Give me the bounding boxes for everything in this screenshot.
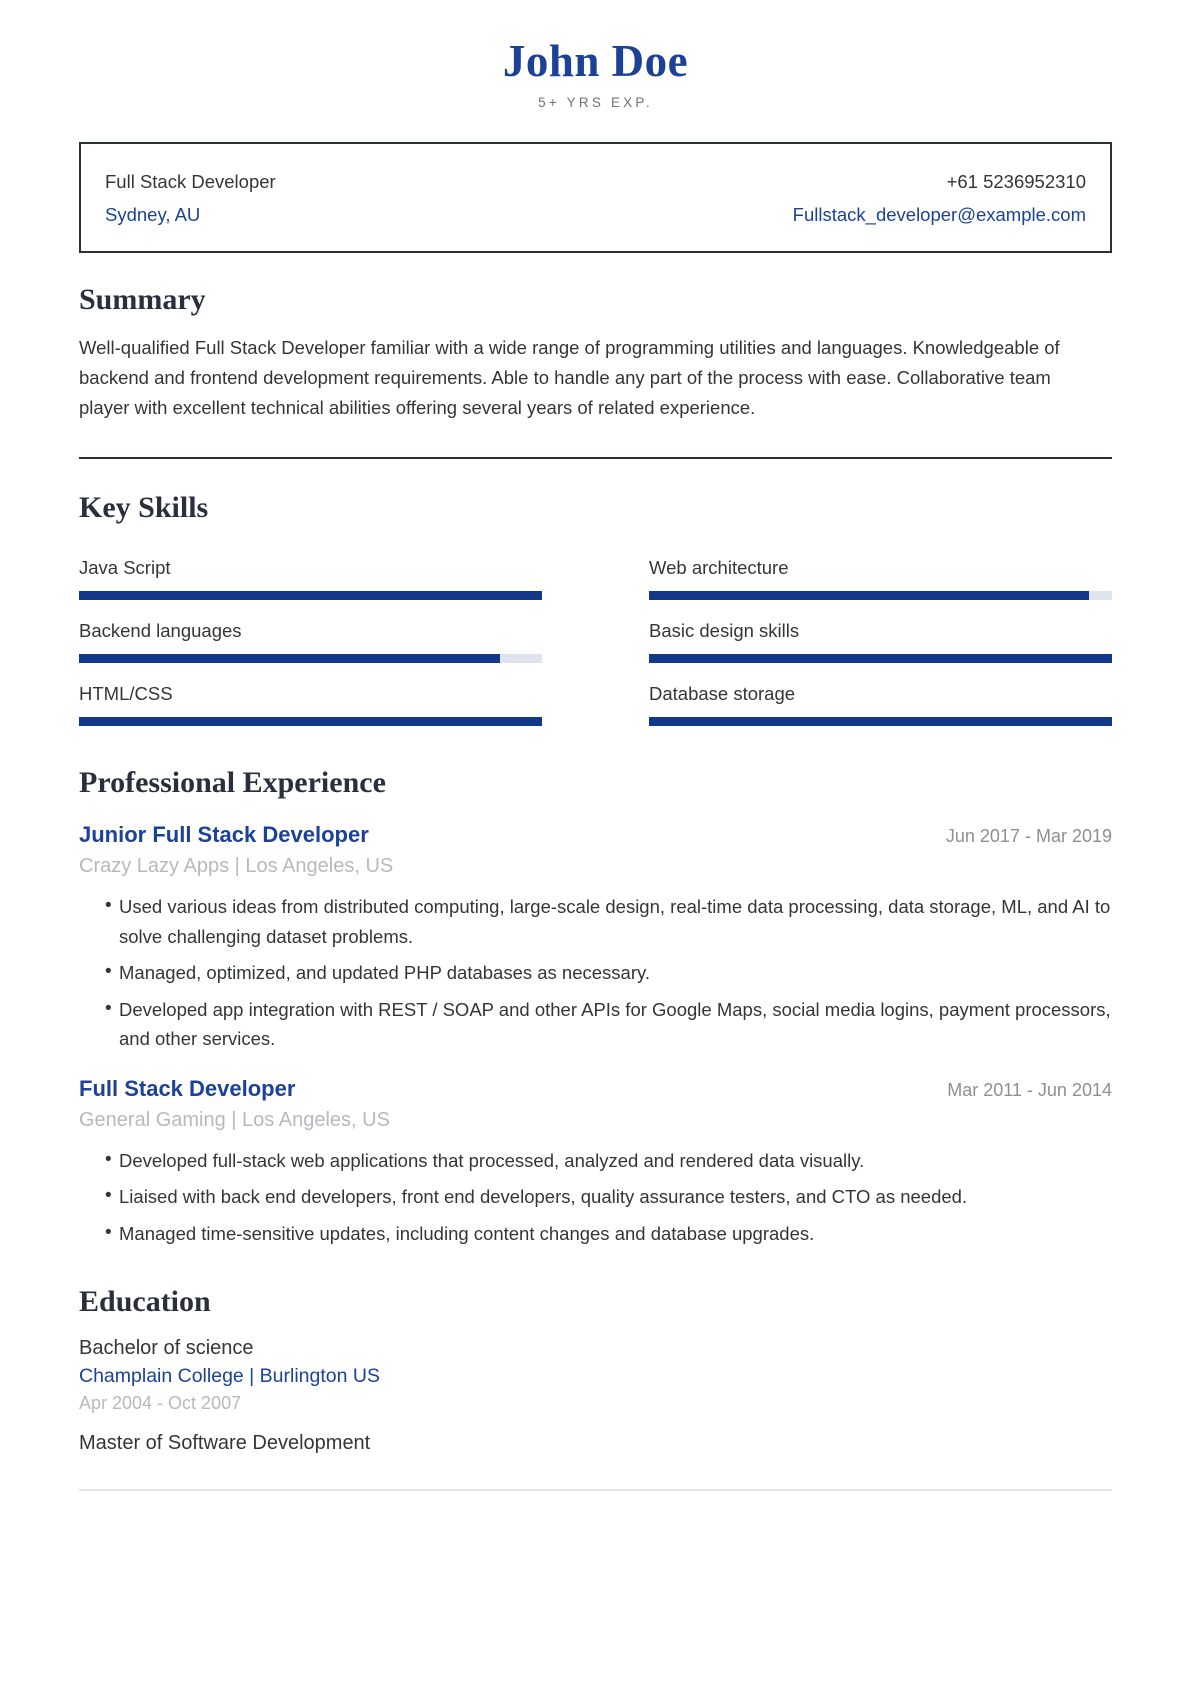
skill-label: Database storage: [649, 682, 796, 704]
skill-rating-fill: [649, 716, 1112, 726]
contact-box: Full Stack Developer +61 5236952310 Sydn…: [79, 142, 1112, 253]
skill-label: Basic design skills: [649, 619, 800, 641]
contact-row-primary: Full Stack Developer +61 5236952310: [105, 166, 1086, 198]
skill-label: HTML/CSS: [79, 682, 173, 704]
page-bottom-divider: [79, 1488, 1112, 1491]
skills-section: Key Skills Java Script Web architecture …: [79, 491, 1112, 732]
candidate-tagline: 5+ YRS EXP.: [538, 95, 653, 111]
skill-rating-track: [79, 590, 542, 600]
job-dates: Mar 2011 - Jun 2014: [947, 1079, 1112, 1100]
skill-item: Basic design skills: [649, 606, 1112, 669]
skill-rating-track: [79, 653, 542, 663]
contact-row-secondary: Sydney, AU Fullstack_developer@example.c…: [105, 199, 1086, 231]
summary-section: Summary Well-qualified Full Stack Develo…: [79, 283, 1112, 423]
candidate-name: John Doe: [502, 36, 689, 86]
job-bullet: Developed app integration with REST / SO…: [105, 994, 1112, 1054]
skill-rating-fill: [649, 590, 1089, 600]
resume-header: John Doe 5+ YRS EXP.: [0, 0, 1191, 110]
job-bullet: Managed, optimized, and updated PHP data…: [105, 957, 1112, 988]
education-title: Education: [79, 1284, 211, 1318]
job-bullet: Liaised with back end developers, front …: [105, 1181, 1112, 1212]
contact-phone[interactable]: +61 5236952310: [947, 166, 1086, 198]
experience-item: Full Stack Developer Mar 2011 - Jun 2014…: [79, 1076, 1112, 1249]
job-bullet: Used various ideas from distributed comp…: [105, 891, 1112, 951]
job-title: Full Stack Developer: [79, 1075, 296, 1101]
skill-label: Web architecture: [649, 556, 789, 578]
experience-section: Professional Experience Junior Full Stac…: [79, 766, 1112, 1249]
job-company: Crazy Lazy Apps | Los Angeles, US: [79, 854, 394, 877]
contact-job-title: Full Stack Developer: [105, 171, 276, 193]
skill-rating-track: [649, 716, 1112, 726]
experience-item: Junior Full Stack Developer Jun 2017 - M…: [79, 822, 1112, 1054]
job-bullet: Developed full-stack web applications th…: [105, 1145, 1112, 1176]
job-bullet: Managed time-sensitive updates, includin…: [105, 1218, 1112, 1249]
experience-item-header: Junior Full Stack Developer Jun 2017 - M…: [79, 822, 1112, 848]
job-dates: Jun 2017 - Mar 2019: [945, 825, 1112, 846]
education-school[interactable]: Champlain College | Burlington US: [79, 1365, 1112, 1388]
skill-item: Backend languages: [79, 606, 542, 669]
education-section: Education Bachelor of science Champlain …: [79, 1285, 1112, 1455]
skill-item: HTML/CSS: [79, 669, 542, 732]
summary-title: Summary: [79, 283, 206, 316]
skill-rating-fill: [79, 590, 542, 600]
skill-rating-fill: [79, 653, 501, 663]
summary-text: Well-qualified Full Stack Developer fami…: [79, 337, 1060, 418]
skill-rating-track: [79, 716, 542, 726]
summary-divider: [79, 456, 1112, 459]
skill-rating-fill: [649, 653, 1112, 663]
skill-label: Backend languages: [79, 619, 242, 641]
resume-page: John Doe 5+ YRS EXP. Full Stack Develope…: [0, 0, 1191, 1684]
skill-item: Database storage: [649, 669, 1112, 732]
contact-email[interactable]: Fullstack_developer@example.com: [793, 199, 1086, 231]
job-bullet-list: Developed full-stack web applications th…: [79, 1145, 1112, 1249]
job-company: General Gaming | Los Angeles, US: [79, 1108, 390, 1131]
skill-rating-fill: [79, 716, 542, 726]
education-item: Master of Software Development: [79, 1432, 1112, 1455]
skill-item: Java Script: [79, 543, 542, 606]
skill-item: Web architecture: [649, 543, 1112, 606]
contact-location[interactable]: Sydney, AU: [105, 199, 200, 231]
experience-title: Professional Experience: [79, 765, 386, 799]
education-degree: Bachelor of science: [79, 1336, 254, 1359]
skill-rating-track: [649, 590, 1112, 600]
skills-title: Key Skills: [79, 490, 209, 524]
skills-grid: Java Script Web architecture Backend lan…: [79, 543, 1112, 732]
job-bullet-list: Used various ideas from distributed comp…: [79, 891, 1112, 1054]
experience-item-header: Full Stack Developer Mar 2011 - Jun 2014: [79, 1076, 1112, 1102]
education-degree: Master of Software Development: [79, 1431, 371, 1454]
job-title: Junior Full Stack Developer: [79, 821, 369, 847]
education-dates: Apr 2004 - Oct 2007: [79, 1392, 242, 1413]
education-item: Bachelor of science Champlain College | …: [79, 1337, 1112, 1414]
skill-rating-track: [649, 653, 1112, 663]
skill-label: Java Script: [79, 556, 171, 578]
